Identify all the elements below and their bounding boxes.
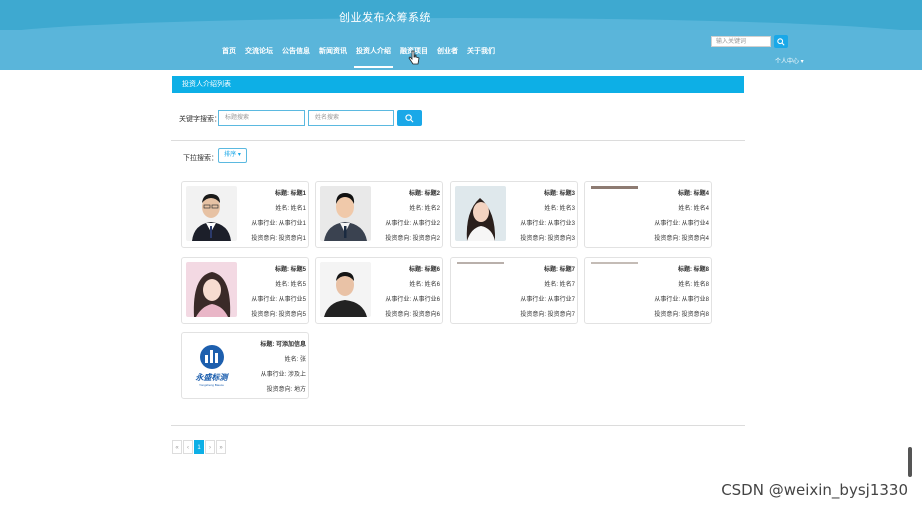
investor-direction: 投资意向: 投资意向4 [654,236,709,242]
page-current[interactable]: 1 [194,440,204,454]
investor-industry: 从事行业: 从事行业7 [520,297,575,303]
nav-forum[interactable]: 交流论坛 [245,46,273,68]
investor-title: 标题: 标题8 [677,267,709,273]
investor-direction: 投资意向: 投资意向2 [385,236,440,242]
investor-title: 标题: 标题6 [408,267,440,273]
investor-photo [589,186,640,241]
page-prev[interactable]: ‹ [183,440,193,454]
investor-direction: 投资意向: 投资意向1 [251,236,306,242]
investor-photo [320,262,371,317]
filter-divider [171,140,745,141]
name-search-input[interactable]: 姓名搜索 [308,110,394,126]
user-menu-dropdown[interactable]: 个人中心 ▾ [775,56,804,65]
investor-photo [455,186,506,241]
search-icon [405,113,414,122]
header-search-input[interactable]: 输入关键词 [711,36,771,47]
nav-notices[interactable]: 公告信息 [282,46,310,68]
search-icon [777,37,785,46]
investor-name: 姓名: 姓名3 [544,206,575,212]
page-first[interactable]: « [172,440,182,454]
investor-photo [455,262,506,317]
header-search-button[interactable] [774,35,788,48]
investor-industry: 从事行业: 涉及上 [260,372,306,378]
investor-direction: 投资意向: 投资意向6 [385,312,440,318]
nav-about[interactable]: 关于我们 [467,46,495,68]
investor-info: 标题: 可添加信息 姓名: 张 从事行业: 涉及上 投资意向: 地方 [240,339,306,399]
nav-news[interactable]: 新闻资讯 [319,46,347,68]
investor-industry: 从事行业: 从事行业6 [385,297,440,303]
investor-title: 标题: 标题3 [543,191,575,197]
site-title: 创业发布众筹系统 [339,12,431,24]
pagination: « ‹ 1 › » [172,440,227,454]
investor-info: 标题: 标题3 姓名: 姓名3 从事行业: 从事行业3 投资意向: 投资意向3 [509,188,575,248]
investor-card[interactable]: 标题: 标题6 姓名: 姓名6 从事行业: 从事行业6 投资意向: 投资意向6 [315,257,443,324]
dropdown-search-label: 下拉搜索： [183,155,218,162]
investor-card[interactable]: 标题: 标题3 姓名: 姓名3 从事行业: 从事行业3 投资意向: 投资意向3 [450,181,578,248]
investor-industry: 从事行业: 从事行业5 [251,297,306,303]
investor-title: 标题: 标题4 [677,191,709,197]
investor-photo [320,186,371,241]
investor-industry: 从事行业: 从事行业3 [520,221,575,227]
investor-card[interactable]: 标题: 标题5 姓名: 姓名5 从事行业: 从事行业5 投资意向: 投资意向5 [181,257,309,324]
investor-name: 姓名: 姓名5 [275,282,306,288]
logo-text: 永盛标测 [195,373,228,382]
investor-info: 标题: 标题7 姓名: 姓名7 从事行业: 从事行业7 投资意向: 投资意向7 [509,264,575,324]
investor-info: 标题: 标题8 姓名: 姓名8 从事行业: 从事行业8 投资意向: 投资意向8 [643,264,709,324]
investor-name: 姓名: 姓名7 [544,282,575,288]
investor-industry: 从事行业: 从事行业1 [251,221,306,227]
hand-cursor-icon [408,50,420,65]
investor-card[interactable]: 标题: 标题7 姓名: 姓名7 从事行业: 从事行业7 投资意向: 投资意向7 [450,257,578,324]
investor-card[interactable]: 永盛标测 Yongsheng Biaoce 标题: 可添加信息 姓名: 张 从事… [181,332,309,399]
content-divider [171,425,745,426]
investor-title: 标题: 标题1 [274,191,306,197]
investor-direction: 投资意向: 地方 [266,387,306,393]
investor-info: 标题: 标题4 姓名: 姓名4 从事行业: 从事行业4 投资意向: 投资意向4 [643,188,709,248]
investor-direction: 投资意向: 投资意向7 [520,312,575,318]
nav-investors[interactable]: 投资人介绍 [354,46,393,68]
investor-card[interactable]: 标题: 标题2 姓名: 姓名2 从事行业: 从事行业2 投资意向: 投资意向2 [315,181,443,248]
nav-home[interactable]: 首页 [222,46,236,68]
investor-name: 姓名: 姓名4 [678,206,709,212]
keyword-search-label: 关键字搜索： [179,116,221,123]
investor-direction: 投资意向: 投资意向5 [251,312,306,318]
investor-title: 标题: 可添加信息 [260,342,306,348]
page-last[interactable]: » [216,440,226,454]
investor-title: 标题: 标题2 [408,191,440,197]
investor-photo [186,186,237,241]
logo-subtext: Yongsheng Biaoce [199,383,224,387]
investor-industry: 从事行业: 从事行业4 [654,221,709,227]
investor-info: 标题: 标题6 姓名: 姓名6 从事行业: 从事行业6 投资意向: 投资意向6 [374,264,440,324]
watermark: CSDN @weixin_bysj1330 [721,481,908,499]
investor-title: 标题: 标题7 [543,267,575,273]
investor-title: 标题: 标题5 [274,267,306,273]
investor-photo [186,262,237,317]
section-title: 投资人介绍列表 [172,76,744,93]
main-nav: 首页 交流论坛 公告信息 新闻资讯 投资人介绍 融资项目 创业者 关于我们 [222,46,495,68]
search-button[interactable] [397,110,422,126]
investor-industry: 从事行业: 从事行业2 [385,221,440,227]
page-next[interactable]: › [205,440,215,454]
scrollbar[interactable] [908,447,912,477]
sort-dropdown[interactable]: 排序 ▾ [218,148,247,163]
investor-card[interactable]: 标题: 标题1 姓名: 姓名1 从事行业: 从事行业1 投资意向: 投资意向1 [181,181,309,248]
investor-name: 姓名: 张 [284,357,306,363]
investor-card[interactable]: 标题: 标题8 姓名: 姓名8 从事行业: 从事行业8 投资意向: 投资意向8 [584,257,712,324]
investor-industry: 从事行业: 从事行业8 [654,297,709,303]
investor-photo [589,262,640,317]
title-search-input[interactable]: 标题搜索 [218,110,305,126]
investor-name: 姓名: 姓名8 [678,282,709,288]
investor-name: 姓名: 姓名2 [409,206,440,212]
nav-entrepreneurs[interactable]: 创业者 [437,46,458,68]
investor-name: 姓名: 姓名1 [275,206,306,212]
company-logo: 永盛标测 Yongsheng Biaoce [186,337,237,392]
investor-info: 标题: 标题1 姓名: 姓名1 从事行业: 从事行业1 投资意向: 投资意向1 [240,188,306,248]
investor-info: 标题: 标题2 姓名: 姓名2 从事行业: 从事行业2 投资意向: 投资意向2 [374,188,440,248]
investor-direction: 投资意向: 投资意向8 [654,312,709,318]
investor-direction: 投资意向: 投资意向3 [520,236,575,242]
investor-info: 标题: 标题5 姓名: 姓名5 从事行业: 从事行业5 投资意向: 投资意向5 [240,264,306,324]
investor-name: 姓名: 姓名6 [409,282,440,288]
investor-card[interactable]: 标题: 标题4 姓名: 姓名4 从事行业: 从事行业4 投资意向: 投资意向4 [584,181,712,248]
